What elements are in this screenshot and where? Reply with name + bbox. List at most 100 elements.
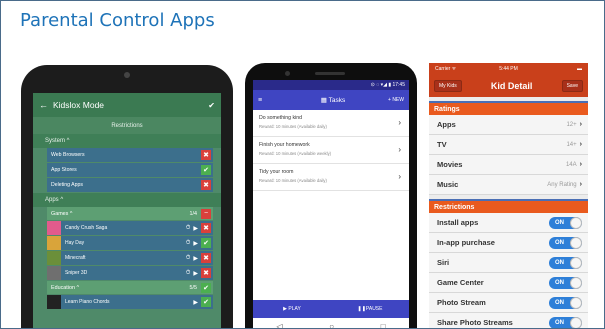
toggle-knob	[570, 296, 582, 309]
system-row-label: App Stores	[51, 167, 77, 173]
restriction-toggle[interactable]: ON	[549, 296, 582, 309]
restriction-row: Install apps ON	[429, 213, 588, 233]
check-icon[interactable]: ✔	[201, 165, 211, 175]
play-store-icon[interactable]: ▶	[193, 255, 198, 262]
toggle-label: ON	[555, 259, 564, 266]
app-row-label: Sniper 3D	[65, 270, 88, 276]
save-button[interactable]: Save	[561, 80, 583, 92]
education-group-header[interactable]: Education ^ 5/5 ✔	[47, 281, 213, 294]
carrier-label: Carrier ᯤ	[435, 66, 457, 72]
tablet-screen: ← Kidslox Mode ✔ Restrictions System ^ W…	[33, 93, 221, 328]
check-icon[interactable]: ✔	[208, 101, 215, 110]
app-row-label: Minecraft	[65, 255, 86, 261]
time-limit-icon[interactable]: ⏱	[186, 225, 191, 232]
rating-row[interactable]: Music Any Rating ›	[429, 175, 588, 195]
new-task-button[interactable]: + NEW	[388, 97, 404, 103]
app-row: Candy Crush Saga ⏱ ▶ ✖	[47, 221, 213, 235]
play-button[interactable]: ▶ PLAY	[253, 306, 331, 312]
ratings-section-header: Ratings	[429, 101, 588, 115]
back-arrow-icon[interactable]: ←	[39, 100, 53, 110]
restriction-label: Share Photo Streams	[437, 318, 513, 327]
toggle-knob	[570, 236, 582, 249]
x-icon[interactable]: ✖	[201, 253, 211, 263]
rating-row[interactable]: TV 14+ ›	[429, 135, 588, 155]
time-limit-icon[interactable]: ⏱	[186, 240, 191, 247]
phone-device: ⊙ ◌ ▾◢ ▮ 17:45 ≡ ▦ Tasks + NEW Do someth…	[245, 63, 417, 328]
task-item[interactable]: Tidy your room Reward: 10 minutes (Availa…	[253, 164, 409, 191]
system-section-header[interactable]: System ^	[33, 134, 221, 148]
games-count: 1/4	[189, 210, 198, 217]
slide-title: Parental Control Apps	[20, 10, 215, 31]
phone-screen: ⊙ ◌ ▾◢ ▮ 17:45 ≡ ▦ Tasks + NEW Do someth…	[253, 80, 409, 328]
rating-value: 14A	[565, 161, 577, 168]
task-name: Do something kind	[259, 115, 302, 121]
time-limit-icon[interactable]: ⏱	[186, 255, 191, 262]
x-icon[interactable]: ✖	[201, 223, 211, 233]
x-icon[interactable]: ✖	[201, 150, 211, 160]
my-kids-button[interactable]: My Kids	[434, 80, 462, 92]
phone-status-bar: ⊙ ◌ ▾◢ ▮ 17:45	[253, 80, 409, 90]
restriction-toggle[interactable]: ON	[549, 216, 582, 229]
check-icon[interactable]: ✔	[201, 238, 211, 248]
chevron-right-icon: ›	[579, 121, 582, 128]
rating-label: TV	[437, 140, 447, 149]
games-group-label: Games ^	[51, 210, 73, 217]
minus-icon[interactable]: −	[201, 208, 211, 219]
rating-value: 12+	[566, 121, 577, 128]
kid-detail-title: Kid Detail	[490, 81, 533, 91]
restriction-row: In-app purchase ON	[429, 233, 588, 253]
app-icon	[47, 236, 61, 250]
system-row-label: Deleting Apps	[51, 182, 84, 188]
restriction-row: Game Center ON	[429, 273, 588, 293]
restriction-toggle[interactable]: ON	[549, 316, 582, 328]
play-store-icon[interactable]: ▶	[193, 299, 198, 306]
toggle-label: ON	[555, 279, 564, 286]
restriction-toggle[interactable]: ON	[549, 276, 582, 289]
task-name: Tidy your room	[259, 169, 294, 175]
app-row: Sniper 3D ⏱ ▶ ✖	[47, 266, 213, 280]
tasks-icon: ▦	[320, 97, 329, 104]
time-limit-icon[interactable]: ⏱	[186, 270, 191, 277]
app-row: Minecraft ⏱ ▶ ✖	[47, 251, 213, 265]
app-icon	[47, 251, 61, 265]
restriction-toggle[interactable]: ON	[549, 256, 582, 269]
tablet-device: ← Kidslox Mode ✔ Restrictions System ^ W…	[21, 65, 233, 328]
app-icon	[47, 221, 61, 235]
task-item[interactable]: Finish your homework Reward: 10 minutes (…	[253, 137, 409, 164]
home-nav-icon[interactable]: ○	[329, 322, 334, 328]
task-name: Finish your homework	[259, 142, 310, 148]
rating-label: Movies	[437, 160, 463, 169]
back-nav-icon[interactable]: ◁	[276, 322, 282, 328]
x-icon[interactable]: ✖	[201, 180, 211, 190]
restriction-label: Install apps	[437, 218, 479, 227]
games-group-header[interactable]: Games ^ 1/4 −	[47, 207, 213, 220]
play-store-icon[interactable]: ▶	[193, 270, 198, 277]
app-row-label: Candy Crush Saga	[65, 225, 108, 231]
iphone-screen: Carrier ᯤ 5:44 PM ▬ My Kids Kid Detail S…	[429, 63, 588, 328]
toggle-label: ON	[555, 319, 564, 326]
task-reward: Reward: 10 minutes (Available daily)	[259, 178, 327, 183]
menu-icon[interactable]: ≡	[258, 97, 278, 104]
rating-value: 14+	[566, 141, 577, 148]
clock-label: 5:44 PM	[499, 66, 518, 72]
pause-button[interactable]: ❚❚PAUSE	[331, 306, 409, 312]
x-icon[interactable]: ✖	[201, 268, 211, 278]
rating-row[interactable]: Movies 14A ›	[429, 155, 588, 175]
apps-section-header[interactable]: Apps ^	[33, 193, 221, 207]
ios-status-bar: Carrier ᯤ 5:44 PM ▬	[429, 63, 588, 75]
play-store-icon[interactable]: ▶	[193, 240, 198, 247]
rating-row[interactable]: Apps 12+ ›	[429, 115, 588, 135]
system-row: Deleting Apps ✖	[47, 178, 213, 192]
toggle-label: ON	[555, 219, 564, 226]
restriction-label: Photo Stream	[437, 298, 486, 307]
chevron-right-icon: ›	[398, 118, 401, 127]
recents-nav-icon[interactable]: □	[381, 322, 386, 328]
check-icon[interactable]: ✔	[201, 282, 211, 293]
play-store-icon[interactable]: ▶	[193, 225, 198, 232]
check-icon[interactable]: ✔	[201, 297, 211, 307]
restriction-toggle[interactable]: ON	[549, 236, 582, 249]
app-row: Learn Piano Chords ▶ ✔	[47, 295, 213, 309]
chevron-right-icon: ›	[398, 145, 401, 154]
task-item[interactable]: Do something kind Reward: 10 minutes (Ava…	[253, 110, 409, 137]
app-row: Hay Day ⏱ ▶ ✔	[47, 236, 213, 250]
